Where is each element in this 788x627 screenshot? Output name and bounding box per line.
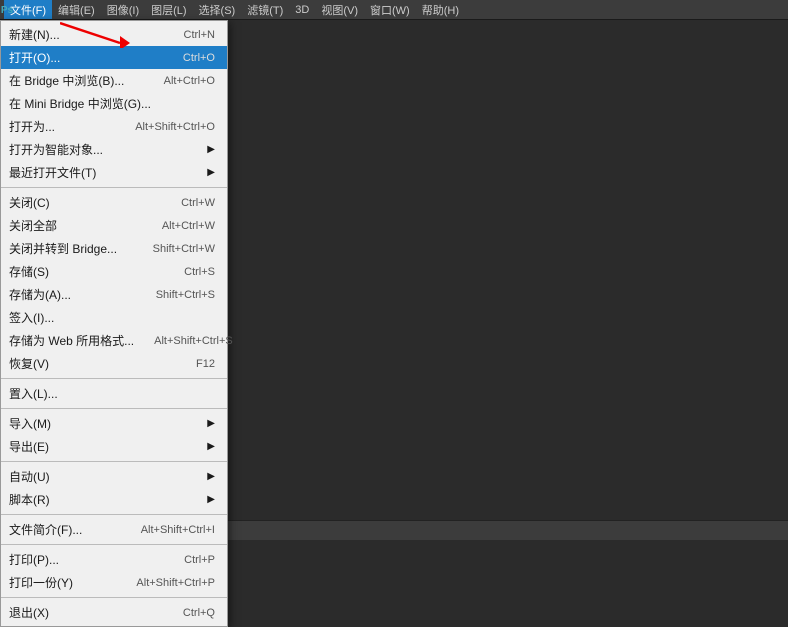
separator-1: [1, 187, 227, 188]
separator-4: [1, 461, 227, 462]
menu-item-print[interactable]: 打印(P)... Ctrl+P: [1, 548, 227, 571]
separator-2: [1, 378, 227, 379]
menu-item-open-bridge[interactable]: 在 Bridge 中浏览(B)... Alt+Ctrl+O: [1, 69, 227, 92]
menu-3d[interactable]: 3D: [289, 0, 315, 19]
separator-5: [1, 514, 227, 515]
ps-logo[interactable]: Ps: [0, 2, 14, 18]
menu-edit[interactable]: 编辑(E): [52, 0, 101, 19]
menu-select[interactable]: 选择(S): [193, 0, 242, 19]
menu-item-close[interactable]: 关闭(C) Ctrl+W: [1, 191, 227, 214]
menu-item-open-as[interactable]: 打开为... Alt+Shift+Ctrl+O: [1, 115, 227, 138]
menu-item-open[interactable]: 打开(O)... Ctrl+O: [1, 46, 227, 69]
menu-item-open-smart[interactable]: 打开为智能对象... ▶: [1, 138, 227, 161]
separator-7: [1, 597, 227, 598]
menu-item-revert[interactable]: 恢复(V) F12: [1, 352, 227, 375]
menu-image[interactable]: 图像(I): [101, 0, 145, 19]
menu-bar: Ps 文件(F) 编辑(E) 图像(I) 图层(L) 选择(S) 滤镜(T) 3…: [0, 0, 788, 20]
menu-item-save[interactable]: 存储(S) Ctrl+S: [1, 260, 227, 283]
menu-item-open-mini-bridge[interactable]: 在 Mini Bridge 中浏览(G)...: [1, 92, 227, 115]
menu-item-export[interactable]: 导出(E) ▶: [1, 435, 227, 458]
menu-item-print-one[interactable]: 打印一份(Y) Alt+Shift+Ctrl+P: [1, 571, 227, 594]
menu-item-import[interactable]: 导入(M) ▶: [1, 412, 227, 435]
menu-item-automate[interactable]: 自动(U) ▶: [1, 465, 227, 488]
separator-6: [1, 544, 227, 545]
menu-filter[interactable]: 滤镜(T): [241, 0, 289, 19]
menu-window[interactable]: 窗口(W): [364, 0, 416, 19]
menu-item-file-info[interactable]: 文件简介(F)... Alt+Shift+Ctrl+I: [1, 518, 227, 541]
menu-item-place[interactable]: 置入(L)...: [1, 382, 227, 405]
menu-item-checkin[interactable]: 签入(I)...: [1, 306, 227, 329]
menu-help[interactable]: 帮助(H): [416, 0, 465, 19]
file-dropdown-menu: 新建(N)... Ctrl+N 打开(O)... Ctrl+O 在 Bridge…: [0, 20, 228, 627]
menu-item-recent[interactable]: 最近打开文件(T) ▶: [1, 161, 227, 184]
menu-item-close-bridge[interactable]: 关闭并转到 Bridge... Shift+Ctrl+W: [1, 237, 227, 260]
separator-3: [1, 408, 227, 409]
menu-item-close-all[interactable]: 关闭全部 Alt+Ctrl+W: [1, 214, 227, 237]
menu-item-exit[interactable]: 退出(X) Ctrl+Q: [1, 601, 227, 624]
menu-item-save-as[interactable]: 存储为(A)... Shift+Ctrl+S: [1, 283, 227, 306]
menu-layer[interactable]: 图层(L): [145, 0, 192, 19]
menu-item-new[interactable]: 新建(N)... Ctrl+N: [1, 23, 227, 46]
menu-item-save-web[interactable]: 存储为 Web 所用格式... Alt+Shift+Ctrl+S: [1, 329, 227, 352]
menu-view[interactable]: 视图(V): [315, 0, 364, 19]
menu-item-scripts[interactable]: 脚本(R) ▶: [1, 488, 227, 511]
